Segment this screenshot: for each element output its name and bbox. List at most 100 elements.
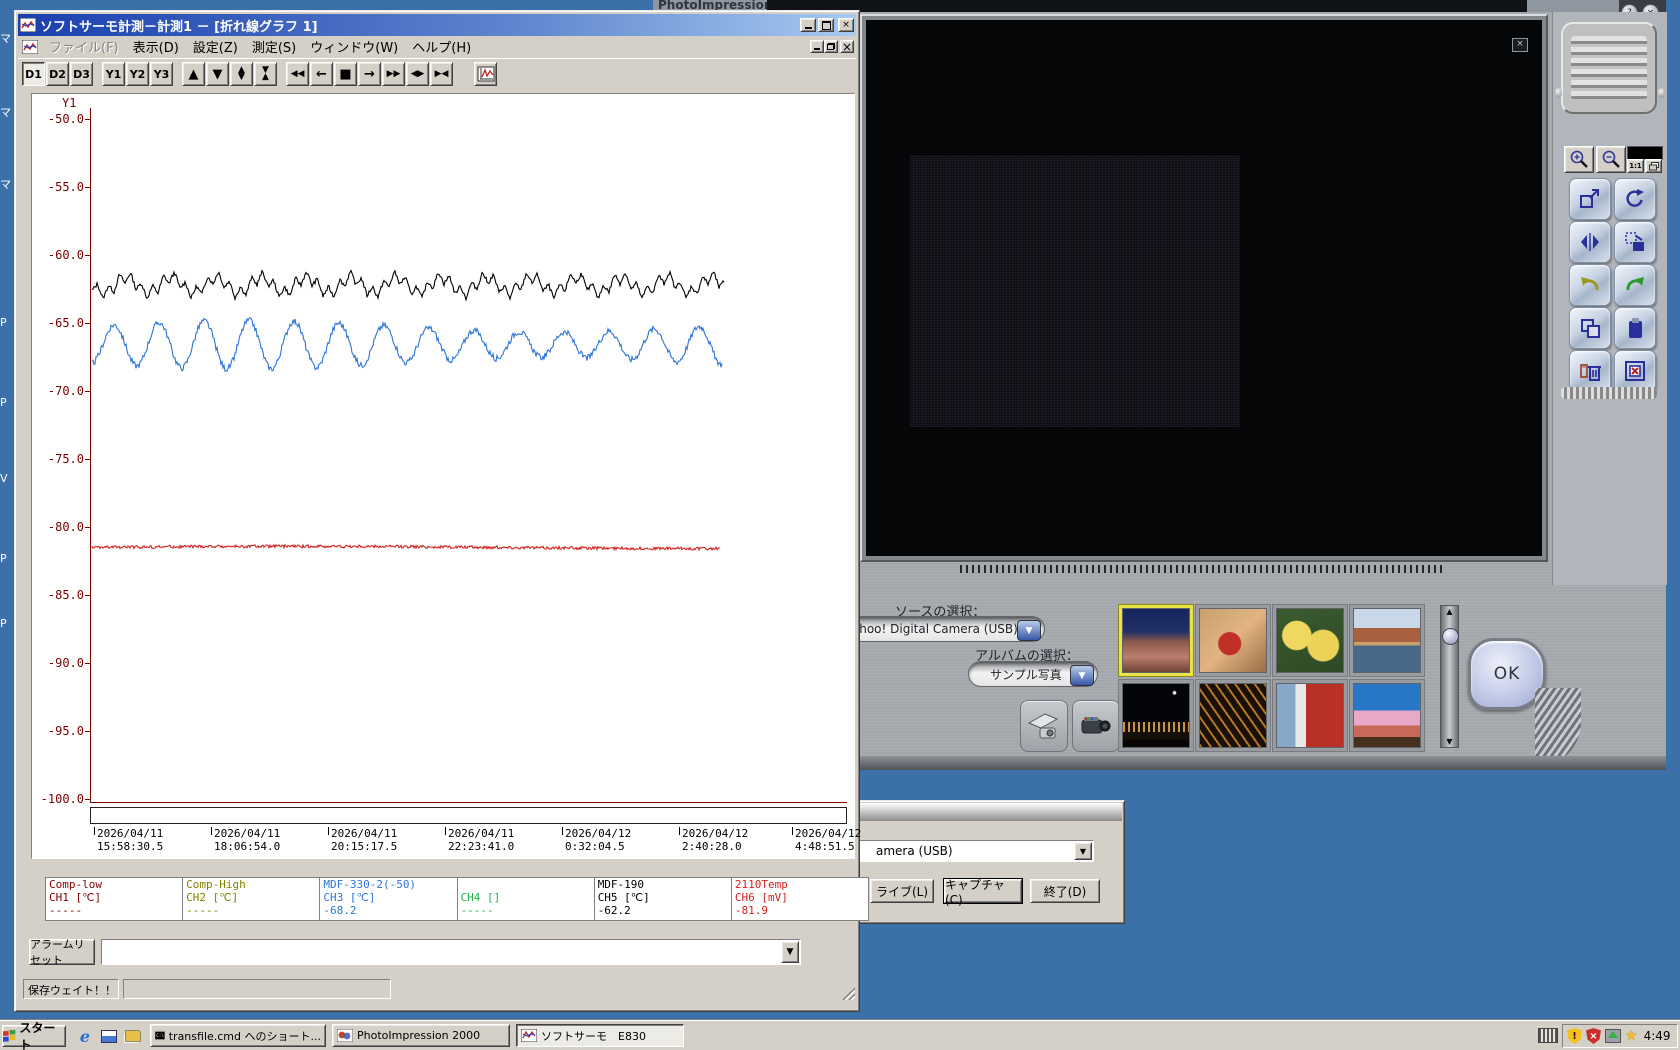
- jump-end-button[interactable]: ▶▶: [382, 62, 405, 86]
- compress-vertical-button[interactable]: ▼ ▲: [254, 62, 277, 86]
- scroll-down-button[interactable]: ▼: [206, 62, 229, 86]
- chevron-down-icon[interactable]: ▼: [1074, 842, 1092, 860]
- crop-rotate-button[interactable]: [1614, 221, 1656, 263]
- thumbnail-lighthouse-red-wall[interactable]: [1276, 683, 1344, 748]
- undo-button[interactable]: [1569, 264, 1611, 306]
- axis-y2-button[interactable]: Y2: [126, 62, 149, 86]
- thumbnail-sky-pink-clouds[interactable]: [1353, 683, 1421, 748]
- jump-start-button[interactable]: ◀◀: [286, 62, 309, 86]
- album-select-dropdown[interactable]: サンプル写真 ▼: [968, 661, 1098, 687]
- security-alert-icon[interactable]: ×: [1586, 1028, 1601, 1044]
- preview-close-icon[interactable]: ×: [1512, 38, 1528, 52]
- camera-preview-image: [910, 155, 1240, 427]
- thumbnail-red-cardinal[interactable]: [1199, 608, 1267, 673]
- scroll-up-icon[interactable]: ▲: [1443, 607, 1456, 616]
- scrollbar-thumb[interactable]: [1442, 628, 1459, 645]
- show-desktop-icon[interactable]: [124, 1027, 142, 1045]
- legend-cell-ch2: Comp-High CH2 [℃] -----: [183, 878, 320, 920]
- zoom-out-button[interactable]: [1596, 146, 1626, 173]
- chevron-down-icon[interactable]: ▼: [781, 941, 799, 963]
- menu-item-6[interactable]: ヘルプ(H): [405, 35, 478, 58]
- scroll-down-icon[interactable]: ▼: [1443, 737, 1456, 746]
- range-d2-button[interactable]: D2: [46, 62, 69, 86]
- resize-button[interactable]: [1569, 178, 1611, 220]
- star-icon[interactable]: ★: [1625, 1028, 1638, 1044]
- step-right-button[interactable]: →: [358, 62, 381, 86]
- graph-setup-button[interactable]: [474, 62, 497, 86]
- close-button[interactable]: ×: [838, 18, 854, 32]
- task-button-1[interactable]: C:\ transfile.cmd へのショート...: [150, 1024, 326, 1047]
- delete-button[interactable]: [1569, 350, 1611, 392]
- paste-button[interactable]: [1614, 307, 1656, 349]
- desktop-icon-label-fragment[interactable]: P: [0, 552, 13, 565]
- thumbnail-night-skyline[interactable]: [1122, 683, 1190, 748]
- legend-cell-ch1: Comp-low CH1 [℃] -----: [46, 878, 183, 920]
- menu-item-3[interactable]: 設定(Z): [186, 35, 245, 58]
- chevron-down-icon[interactable]: ▼: [1017, 620, 1041, 641]
- desktop-icon-label-fragment[interactable]: P: [0, 316, 13, 329]
- mdi-close-button[interactable]: ×: [840, 40, 854, 54]
- flip-horizontal-button[interactable]: [1569, 221, 1611, 263]
- expand-vertical-button[interactable]: ▲ ▼: [230, 62, 253, 86]
- exit-button[interactable]: 終了(D): [1030, 879, 1100, 903]
- maximize-button[interactable]: [818, 18, 834, 32]
- mdi-minimize-button[interactable]: [810, 40, 824, 53]
- desktop-icon-label-fragment[interactable]: P: [0, 396, 13, 409]
- thumbnail-harbor-village[interactable]: [1353, 608, 1421, 673]
- thumbnail-yellow-flowers[interactable]: [1276, 608, 1344, 673]
- title-bar[interactable]: ソフトサーモ計測－計測1 － [折れ線グラフ 1] ×: [18, 14, 856, 36]
- close-image-button[interactable]: [1614, 350, 1656, 392]
- redo-button[interactable]: [1614, 264, 1656, 306]
- camera-combo-text: amera (USB): [876, 844, 953, 858]
- security-warning-icon[interactable]: !: [1567, 1028, 1582, 1044]
- thumbnail-gold-light-streaks[interactable]: [1199, 683, 1267, 748]
- scroll-up-button[interactable]: ▲: [182, 62, 205, 86]
- window-title: ソフトサーモ計測－計測1 － [折れ線グラフ 1]: [40, 19, 318, 35]
- desktop-icon-label-fragment[interactable]: V: [0, 472, 13, 485]
- menu-item-5[interactable]: ウィンドウ(W): [303, 35, 405, 58]
- legend-cell-ch3: MDF-330-2(-50) CH3 [℃] -68.2: [320, 878, 457, 920]
- internet-explorer-icon[interactable]: e: [76, 1027, 94, 1046]
- camera-combo-box[interactable]: amera (USB) ▼: [836, 840, 1094, 862]
- source-select-dropdown[interactable]: Yahoo! Digital Camera (USB) ▼: [833, 616, 1045, 642]
- step-left-button[interactable]: ←: [310, 62, 333, 86]
- live-button[interactable]: ライブ(L): [870, 879, 934, 903]
- rotate-button[interactable]: [1614, 178, 1656, 220]
- menu-item-1[interactable]: ファイル(F): [42, 35, 126, 58]
- menu-item-2[interactable]: 表示(D): [126, 35, 186, 58]
- thumbnail-scrollbar[interactable]: ▲ ▼: [1440, 605, 1459, 748]
- menu-item-4[interactable]: 測定(S): [245, 35, 303, 58]
- task-button-3[interactable]: ソフトサーモ E830: [516, 1024, 684, 1047]
- actual-size-button[interactable]: 1:1: [1627, 159, 1644, 173]
- fit-window-button[interactable]: [1645, 159, 1662, 173]
- range-d3-button[interactable]: D3: [70, 62, 93, 86]
- thumbnail-rock-spires[interactable]: [1122, 608, 1190, 673]
- zoom-in-button[interactable]: [1564, 146, 1594, 173]
- stop-button[interactable]: ■: [334, 62, 357, 86]
- resize-grip[interactable]: [842, 987, 855, 1000]
- axis-y3-button[interactable]: Y3: [150, 62, 173, 86]
- chevron-down-icon[interactable]: ▼: [1070, 665, 1094, 686]
- chart-task-icon: [521, 1029, 537, 1042]
- alarm-combo-box[interactable]: ▼: [101, 939, 801, 965]
- desktop-icon-label-fragment[interactable]: P: [0, 617, 13, 630]
- scanner-source-button[interactable]: [1020, 700, 1068, 752]
- alarm-reset-button[interactable]: アラームリセット: [29, 938, 95, 967]
- expand-horizontal-button[interactable]: ◀▶: [406, 62, 429, 86]
- desktop-icon-label-fragment[interactable]: マ: [0, 104, 13, 120]
- keyboard-layout-icon[interactable]: [1538, 1028, 1558, 1043]
- start-button[interactable]: スタート: [2, 1021, 66, 1050]
- outlook-express-icon[interactable]: [100, 1027, 118, 1045]
- range-d1-button[interactable]: D1: [22, 62, 45, 86]
- video-camera-source-button[interactable]: [1072, 700, 1120, 752]
- copy-button[interactable]: [1569, 307, 1611, 349]
- desktop-icon-label-fragment[interactable]: マ: [0, 176, 13, 192]
- mdi-restore-button[interactable]: [824, 40, 838, 53]
- task-button-2[interactable]: PhotoImpression 2000: [332, 1024, 510, 1047]
- usb-device-icon[interactable]: [1605, 1029, 1621, 1043]
- minimize-button[interactable]: [800, 18, 816, 32]
- desktop-icon-label-fragment[interactable]: マ: [0, 30, 13, 46]
- compress-horizontal-button[interactable]: ▶◀: [430, 62, 453, 86]
- capture-button[interactable]: キャプチャ(C): [943, 878, 1023, 907]
- axis-y1-button[interactable]: Y1: [102, 62, 125, 86]
